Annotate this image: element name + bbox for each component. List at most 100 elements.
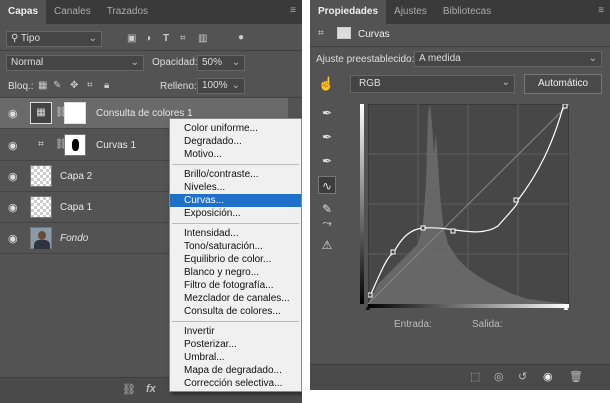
- lock-position-icon[interactable]: ✥: [70, 80, 78, 91]
- menu-item-levels[interactable]: Niveles...: [170, 181, 301, 194]
- eye-icon[interactable]: ◉: [8, 139, 20, 152]
- properties-tabbar: Propiedades Ajustes Bibliotecas ≡: [310, 0, 610, 24]
- chevron-down-icon: ⌄: [588, 53, 597, 64]
- menu-item-selective-color[interactable]: Corrección selectiva...: [170, 377, 301, 390]
- menu-item-gradient-map[interactable]: Mapa de degradado...: [170, 364, 301, 377]
- preset-dropdown[interactable]: A medida ⌄: [414, 51, 602, 67]
- layer-name[interactable]: Curvas 1: [96, 140, 136, 151]
- panel-menu-icon[interactable]: ≡: [598, 6, 604, 16]
- chevron-down-icon: ⌄: [501, 77, 510, 88]
- tab-channels[interactable]: Canales: [46, 0, 99, 24]
- menu-item-solid-color[interactable]: Color uniforme...: [170, 122, 301, 135]
- fx-icon[interactable]: fx: [146, 383, 156, 395]
- lock-image-icon[interactable]: ✎: [53, 80, 61, 91]
- filter-toggle-icon[interactable]: ●: [238, 32, 244, 43]
- layer-name[interactable]: Fondo: [60, 233, 88, 244]
- menu-item-color-lookup[interactable]: Consulta de colores...: [170, 305, 301, 318]
- filter-pixel-icon[interactable]: ▣: [127, 33, 136, 44]
- lookup-adjustment-icon: ▦: [30, 102, 52, 124]
- curve-point: [420, 225, 426, 231]
- link-layers-icon[interactable]: ⛓: [122, 383, 136, 396]
- target-adjustment-hand-icon[interactable]: ☝: [318, 76, 334, 92]
- opacity-value: 50%: [202, 57, 223, 68]
- layer-thumbnail: [30, 196, 52, 218]
- visibility-icon[interactable]: ◉: [543, 370, 553, 383]
- filter-type-icon[interactable]: T: [163, 33, 169, 44]
- curve-point: [390, 249, 396, 255]
- chevron-down-icon: ⌄: [231, 80, 240, 91]
- input-gradient-bar: [368, 304, 569, 308]
- curve-point: [513, 197, 519, 203]
- tab-layers[interactable]: Capas: [0, 0, 47, 24]
- menu-separator: [172, 321, 299, 322]
- properties-title: Curvas: [358, 29, 390, 40]
- curves-adjustment-icon[interactable]: ⌗: [318, 28, 324, 39]
- eye-icon[interactable]: ◉: [8, 107, 20, 120]
- menu-item-pattern[interactable]: Motivo...: [170, 148, 301, 161]
- layer-mask-thumbnail[interactable]: [64, 102, 86, 124]
- chevron-down-icon: ⌄: [130, 57, 139, 68]
- menu-item-hue-saturation[interactable]: Tono/saturación...: [170, 240, 301, 253]
- menu-item-vibrance[interactable]: Intensidad...: [170, 227, 301, 240]
- curve-point: [450, 228, 456, 234]
- clip-to-layer-icon[interactable]: ⬚: [470, 370, 480, 383]
- eye-icon[interactable]: ◉: [8, 232, 20, 245]
- layers-tabbar: Capas Canales Trazados ≡: [0, 0, 302, 24]
- auto-button[interactable]: Automático: [524, 74, 602, 94]
- filter-shape-icon[interactable]: ⌗: [180, 33, 186, 44]
- black-point-slider[interactable]: ▲: [364, 303, 372, 312]
- layer-filter-dropdown[interactable]: ⚲ Tipo ⌄: [6, 31, 102, 47]
- menu-item-posterize[interactable]: Posterizar...: [170, 338, 301, 351]
- tab-adjustments[interactable]: Ajustes: [386, 0, 435, 24]
- layer-name[interactable]: Capa 2: [60, 171, 92, 182]
- fill-input[interactable]: 100% ⌄: [197, 78, 245, 94]
- trash-icon[interactable]: 🗑︎: [569, 370, 583, 383]
- blend-mode-dropdown[interactable]: Normal ⌄: [6, 55, 144, 71]
- eye-icon[interactable]: ◉: [8, 201, 20, 214]
- menu-item-exposure[interactable]: Exposición...: [170, 207, 301, 220]
- channel-dropdown[interactable]: RGB ⌄: [350, 75, 515, 93]
- fill-label: Relleno:: [160, 81, 197, 92]
- filter-adjustment-icon[interactable]: ◑: [145, 33, 151, 44]
- menu-item-invert[interactable]: Invertir: [170, 325, 301, 338]
- opacity-input[interactable]: 50% ⌄: [197, 55, 245, 71]
- menu-item-channel-mixer[interactable]: Mezclador de canales...: [170, 292, 301, 305]
- lock-all-icon[interactable]: 🔒︎: [104, 80, 109, 91]
- menu-item-threshold[interactable]: Umbral...: [170, 351, 301, 364]
- menu-item-black-white[interactable]: Blanco y negro...: [170, 266, 301, 279]
- eyedropper-black-icon[interactable]: ✒: [318, 104, 336, 122]
- adjustment-menu: Color uniforme... Degradado... Motivo...…: [169, 118, 302, 392]
- chevron-down-icon: ⌄: [88, 33, 97, 44]
- curve-points-icon[interactable]: ∿: [318, 176, 336, 194]
- output-gradient-bar: [360, 104, 364, 304]
- channel-value: RGB: [359, 78, 381, 89]
- lock-transparent-icon[interactable]: ▦: [38, 80, 47, 91]
- smooth-icon[interactable]: ⤳: [318, 214, 336, 232]
- filter-smart-object-icon[interactable]: ▥: [198, 33, 207, 44]
- menu-item-gradient[interactable]: Degradado...: [170, 135, 301, 148]
- layer-mask-thumbnail[interactable]: [64, 134, 86, 156]
- lock-artboard-icon[interactable]: ⌗: [87, 80, 93, 91]
- menu-item-curves[interactable]: Curvas...: [170, 194, 301, 207]
- view-previous-state-icon[interactable]: ◎: [494, 370, 504, 383]
- reset-icon[interactable]: ↺: [518, 370, 527, 383]
- photo-thumbnail: [30, 227, 52, 249]
- eyedropper-white-icon[interactable]: ✒: [318, 152, 336, 170]
- eye-icon[interactable]: ◉: [8, 170, 20, 183]
- panel-menu-icon[interactable]: ≡: [290, 6, 296, 16]
- tab-properties[interactable]: Propiedades: [310, 0, 387, 24]
- tab-libraries[interactable]: Bibliotecas: [435, 0, 499, 24]
- menu-item-photo-filter[interactable]: Filtro de fotografía...: [170, 279, 301, 292]
- white-point-slider[interactable]: ▲: [562, 303, 570, 312]
- output-label: Salida:: [472, 319, 503, 330]
- clipping-warning-icon[interactable]: ⚠: [318, 236, 336, 254]
- curve-point: [562, 104, 568, 109]
- menu-item-brightness-contrast[interactable]: Brillo/contraste...: [170, 168, 301, 181]
- eyedropper-gray-icon[interactable]: ✒: [318, 128, 336, 146]
- tab-paths[interactable]: Trazados: [99, 0, 156, 24]
- mask-icon[interactable]: [337, 27, 351, 39]
- menu-item-color-balance[interactable]: Equilibrio de color...: [170, 253, 301, 266]
- filter-label: Tipo: [20, 33, 41, 44]
- layer-name[interactable]: Capa 1: [60, 202, 92, 213]
- curves-graph[interactable]: [368, 104, 569, 304]
